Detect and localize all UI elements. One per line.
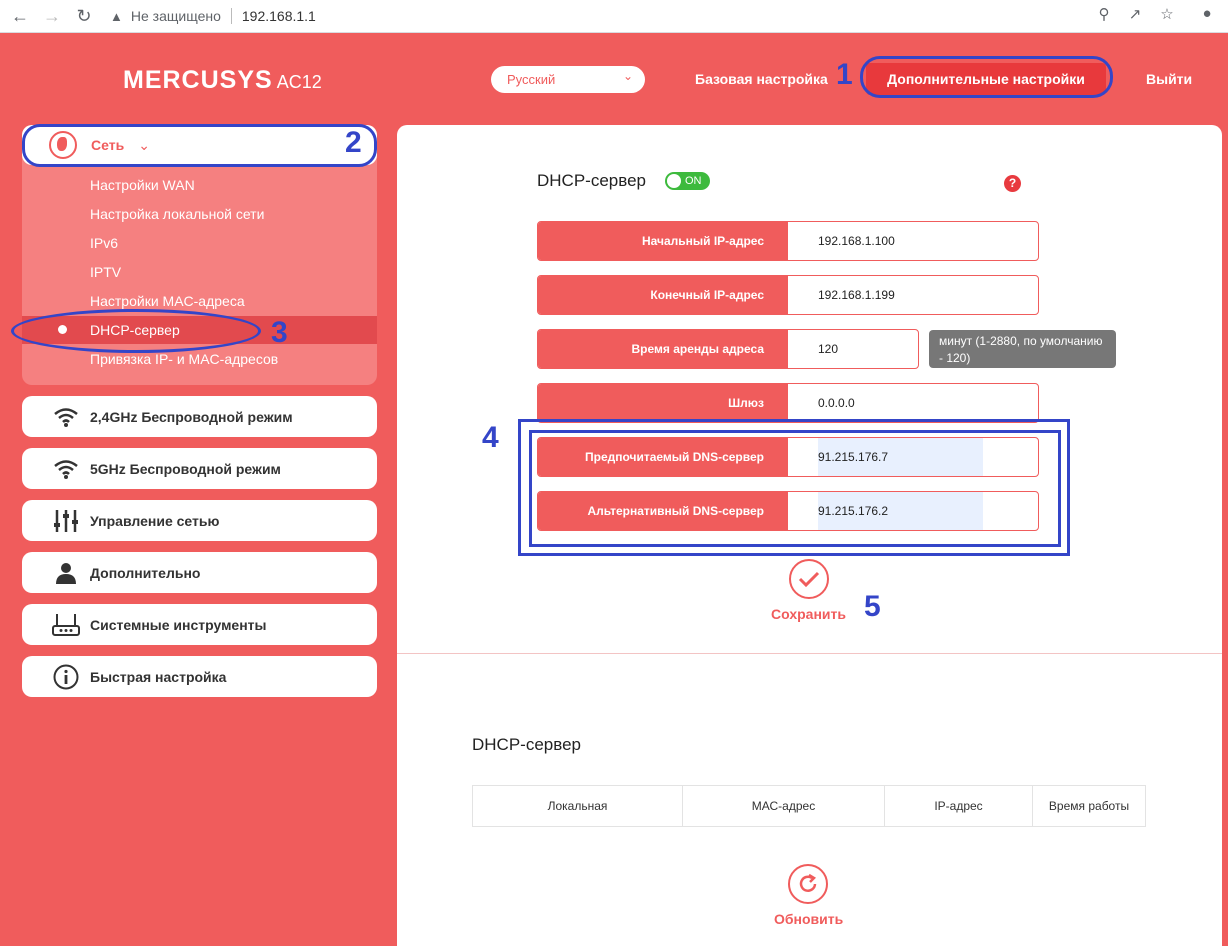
sidebar-item-label: Быстрая настройка bbox=[90, 668, 227, 685]
gateway-field: Шлюз 0.0.0.0 bbox=[537, 383, 1039, 423]
annotation-number: 5 bbox=[864, 590, 881, 623]
start-ip-input[interactable]: 192.168.1.100 bbox=[788, 222, 895, 260]
extension-icon[interactable]: ● bbox=[1196, 5, 1218, 22]
basic-settings-link[interactable]: Базовая настройка bbox=[695, 71, 828, 87]
sidebar-item-ipv6[interactable]: IPv6 bbox=[90, 235, 118, 251]
url-text: 192.168.1.1 bbox=[241, 8, 316, 24]
sidebar-item-label: Системные инструменты bbox=[90, 616, 267, 633]
annotation-number: 4 bbox=[482, 421, 499, 454]
field-label: Время аренды адреса bbox=[538, 330, 788, 368]
sidebar-item-mac[interactable]: Настройки MAC-адреса bbox=[90, 293, 245, 309]
router-icon bbox=[48, 613, 84, 637]
refresh-icon bbox=[799, 873, 817, 892]
divider bbox=[230, 8, 232, 24]
help-icon[interactable]: ? bbox=[1004, 175, 1021, 192]
save-label[interactable]: Сохранить bbox=[771, 606, 846, 622]
sidebar-item-label: 2,4GHz Беспроводной режим bbox=[90, 408, 293, 425]
address-bar[interactable]: ▲ Не защищено 192.168.1.1 bbox=[110, 4, 316, 28]
annotation-highlight bbox=[11, 309, 261, 353]
field-label: Начальный IP-адрес bbox=[538, 222, 788, 260]
column-header: Время работы bbox=[1048, 799, 1130, 813]
info-icon bbox=[48, 664, 84, 690]
lease-time-input[interactable]: 120 bbox=[788, 330, 838, 368]
forward-arrow-icon[interactable]: → bbox=[40, 5, 64, 27]
refresh-label[interactable]: Обновить bbox=[774, 911, 843, 927]
reload-icon[interactable]: ↻ bbox=[72, 5, 96, 27]
sidebar-item-lan[interactable]: Настройка локальной сети bbox=[90, 206, 264, 222]
model-name: AC12 bbox=[276, 72, 322, 92]
logout-link[interactable]: Выйти bbox=[1146, 71, 1192, 87]
brand-name: MERCUSYS bbox=[123, 66, 273, 94]
column-header: IP-адрес bbox=[885, 786, 1033, 826]
language-value: Русский bbox=[507, 72, 556, 87]
annotation-number: 1 bbox=[836, 58, 853, 91]
column-header: МАС-адрес bbox=[683, 786, 885, 826]
sidebar-item-label: Дополнительно bbox=[90, 564, 201, 581]
annotation-number: 2 bbox=[345, 126, 362, 159]
section-title: DHCP-сервер bbox=[537, 171, 646, 190]
sidebar-item-advanced[interactable]: Дополнительно bbox=[22, 552, 377, 593]
dhcp-toggle[interactable]: ON bbox=[665, 172, 710, 190]
sidebar-item-label: 5GHz Беспроводной режим bbox=[90, 460, 281, 477]
sidebar-item-wifi-5[interactable]: 5GHz Беспроводной режим bbox=[22, 448, 377, 489]
save-button[interactable] bbox=[789, 559, 829, 599]
sidebar-item-quick-setup[interactable]: Быстрая настройка bbox=[22, 656, 377, 697]
column-header: Локальная bbox=[473, 786, 683, 826]
annotation-highlight bbox=[529, 430, 1061, 547]
checkmark-icon bbox=[798, 571, 820, 588]
wifi-icon bbox=[48, 458, 84, 480]
sliders-icon bbox=[48, 509, 84, 533]
client-list-title: DHCP-сервер bbox=[472, 735, 581, 754]
sidebar-item-label: Управление сетью bbox=[90, 512, 220, 529]
sidebar-item-ip-mac-binding[interactable]: Привязка IP- и MAC-адресов bbox=[90, 351, 278, 367]
warning-icon: ▲ bbox=[110, 8, 123, 24]
sidebar-item-wifi-24[interactable]: 2,4GHz Беспроводной режим bbox=[22, 396, 377, 437]
section-divider bbox=[397, 653, 1222, 654]
refresh-button[interactable] bbox=[788, 864, 828, 904]
start-ip-field: Начальный IP-адрес 192.168.1.100 bbox=[537, 221, 1039, 261]
sidebar-item-wan[interactable]: Настройки WAN bbox=[90, 177, 195, 193]
annotation-highlight bbox=[860, 56, 1113, 98]
gateway-input[interactable]: 0.0.0.0 bbox=[788, 384, 855, 422]
language-select[interactable]: Русский ⌄ bbox=[491, 66, 645, 93]
user-icon bbox=[48, 562, 84, 584]
field-label: Конечный IP-адрес bbox=[538, 276, 788, 314]
sidebar-item-system-tools[interactable]: Системные инструменты bbox=[22, 604, 377, 645]
sidebar-item-iptv[interactable]: IPTV bbox=[90, 264, 121, 280]
end-ip-input[interactable]: 192.168.1.199 bbox=[788, 276, 895, 314]
field-label: Шлюз bbox=[538, 384, 788, 422]
key-icon[interactable]: ⚲ bbox=[1093, 5, 1115, 23]
end-ip-field: Конечный IP-адрес 192.168.1.199 bbox=[537, 275, 1039, 315]
wifi-icon bbox=[48, 406, 84, 428]
chevron-down-icon: ⌄ bbox=[622, 69, 633, 83]
lease-time-field: Время аренды адреса 120 bbox=[537, 329, 919, 369]
star-icon[interactable]: ☆ bbox=[1156, 5, 1178, 23]
brand-logo: MERCUSYS AC12 bbox=[123, 66, 322, 95]
annotation-number: 3 bbox=[271, 316, 288, 349]
client-table-header: Локальная МАС-адрес IP-адрес Время работ… bbox=[472, 785, 1146, 827]
share-icon[interactable]: ↗ bbox=[1124, 5, 1146, 23]
annotation-highlight bbox=[22, 124, 377, 167]
sidebar-item-network-control[interactable]: Управление сетью bbox=[22, 500, 377, 541]
lease-hint: минут (1-2880, по умолчанию - 120) bbox=[929, 330, 1116, 368]
security-status: Не защищено bbox=[130, 8, 221, 24]
back-arrow-icon[interactable]: ← bbox=[8, 5, 32, 27]
browser-toolbar: ← → ↻ ▲ Не защищено 192.168.1.1 ⚲ ↗ ☆ ● bbox=[0, 0, 1228, 33]
